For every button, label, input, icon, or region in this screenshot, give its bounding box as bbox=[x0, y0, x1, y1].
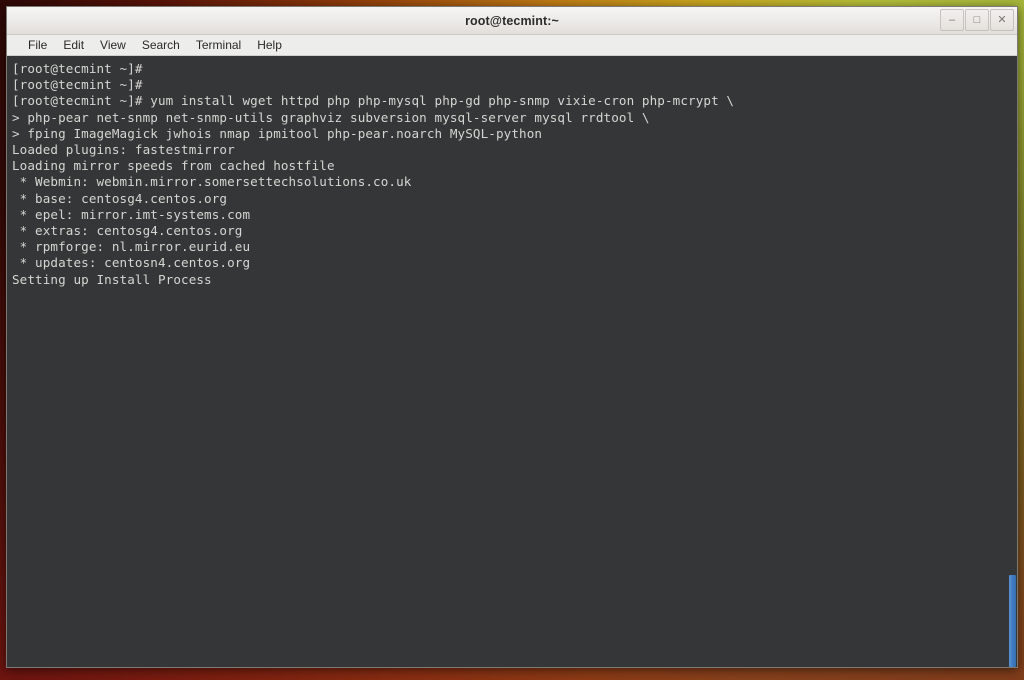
terminal-line: * Webmin: webmin.mirror.somersettechsolu… bbox=[12, 174, 412, 190]
menu-bar: File Edit View Search Terminal Help bbox=[7, 35, 1017, 56]
terminal-scrollbar-thumb[interactable] bbox=[1009, 575, 1016, 667]
terminal-line: > php-pear net-snmp net-snmp-utils graph… bbox=[12, 109, 650, 125]
terminal-line: [root@tecmint ~]# bbox=[12, 61, 143, 76]
terminal-screen[interactable]: [root@tecmint ~]# [root@tecmint ~]# [root@… bbox=[7, 56, 1017, 667]
terminal-line: Setting up Install Process bbox=[12, 271, 212, 287]
menu-item-help[interactable]: Help bbox=[249, 35, 290, 55]
terminal-line: * rpmforge: nl.mirror.eurid.eu bbox=[12, 239, 251, 255]
terminal-window: root@tecmint:~ – □ ✕ File Edit View Sear… bbox=[6, 6, 1018, 668]
menu-item-file[interactable]: File bbox=[20, 35, 55, 55]
terminal-line: * updates: centosn4.centos.org bbox=[12, 255, 251, 271]
desktop-wallpaper: root@tecmint:~ – □ ✕ File Edit View Sear… bbox=[0, 0, 1024, 680]
terminal-line: * base: centosg4.centos.org bbox=[12, 190, 228, 206]
terminal-line: > fping ImageMagick jwhois nmap ipmitool… bbox=[12, 125, 543, 141]
terminal-line: [root@tecmint ~]# yum install wget httpd… bbox=[12, 93, 735, 109]
menu-item-edit[interactable]: Edit bbox=[55, 35, 92, 55]
terminal-scrollbar[interactable] bbox=[1008, 56, 1017, 667]
terminal-line: [root@tecmint ~]# bbox=[12, 77, 143, 93]
menu-item-terminal[interactable]: Terminal bbox=[188, 35, 249, 55]
window-title-bar[interactable]: root@tecmint:~ – □ ✕ bbox=[7, 7, 1017, 35]
minimize-button[interactable]: – bbox=[940, 9, 964, 31]
terminal-line: Loading mirror speeds from cached hostfi… bbox=[12, 158, 335, 174]
menu-item-search[interactable]: Search bbox=[134, 35, 188, 55]
menu-item-view[interactable]: View bbox=[92, 35, 134, 55]
window-controls: – □ ✕ bbox=[940, 9, 1014, 31]
terminal-line: Loaded plugins: fastestmirror bbox=[12, 142, 235, 158]
terminal-line: * extras: centosg4.centos.org bbox=[12, 223, 243, 239]
window-title: root@tecmint:~ bbox=[465, 13, 559, 28]
terminal-output: [root@tecmint ~]# [root@tecmint ~]# [root@… bbox=[12, 61, 1017, 288]
close-button[interactable]: ✕ bbox=[990, 9, 1014, 31]
maximize-button[interactable]: □ bbox=[965, 9, 989, 31]
terminal-line: * epel: mirror.imt-systems.com bbox=[12, 206, 251, 222]
